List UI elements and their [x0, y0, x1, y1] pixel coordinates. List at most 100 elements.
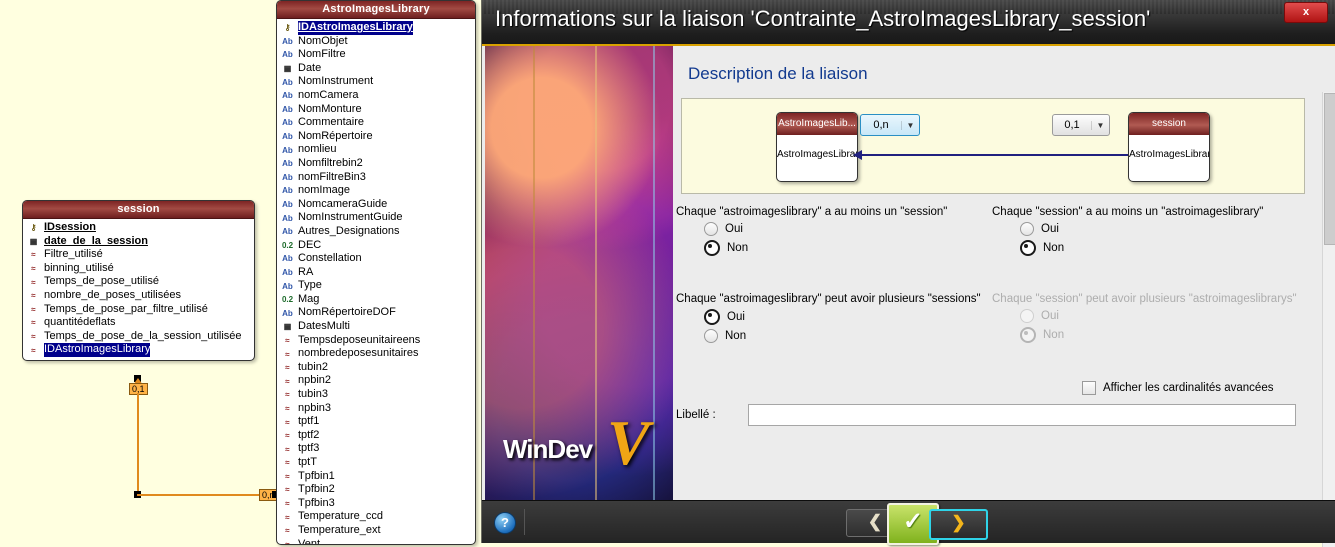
radio-button-icon[interactable] [704, 240, 720, 256]
libelle-row: Libellé : [676, 404, 1296, 426]
numeric-icon: ≈ [285, 417, 290, 427]
entity-field-row[interactable]: ≈ npbin2 [277, 374, 475, 388]
entity-field-row[interactable]: ≈ tptf2 [277, 429, 475, 443]
checkbox-box-icon[interactable] [1082, 381, 1096, 395]
windev-wordmark: WinDev [503, 434, 593, 464]
relation-line-vertical[interactable] [137, 393, 139, 494]
radio-button-icon[interactable] [1020, 240, 1036, 256]
radio-option-non[interactable]: Non [1020, 240, 1304, 256]
dialog-titlebar[interactable]: Informations sur la liaison 'Contrainte_… [482, 0, 1335, 46]
entity-field-row[interactable]: ≈ binning_utilisé [23, 262, 254, 276]
entity-field-name: nomlieu [298, 143, 337, 156]
radio-option-non[interactable]: Non [704, 240, 988, 256]
dialog-vertical-scrollbar[interactable] [1322, 92, 1335, 547]
radio-button-icon[interactable] [704, 329, 718, 343]
entity-field-name: Tempsdeposeunitaireens [298, 333, 421, 346]
entity-field-row[interactable]: Ab nomFiltreBin3 [277, 171, 475, 185]
radio-option-label: Oui [727, 311, 745, 323]
entity-field-name: Temps_de_pose_utilisé [44, 275, 159, 288]
libelle-input[interactable] [748, 404, 1296, 426]
close-button[interactable]: x [1284, 2, 1328, 23]
question-group-4: Chaque "session" peut avoir plusieurs "a… [992, 293, 1304, 343]
entity-field-row[interactable]: ≈ Temperature_ccd [277, 510, 475, 524]
entity-field-row[interactable]: ≈ nombre_de_poses_utilisées [23, 289, 254, 303]
entity-field-row[interactable]: ≈ tptT [277, 456, 475, 470]
entity-field-row[interactable]: 0.2 DEC [277, 239, 475, 253]
text-icon: Ab [282, 91, 293, 101]
entity-field-row[interactable]: Ab RA [277, 266, 475, 280]
entity-field-row[interactable]: ≈ Tempsdeposeunitaireens [277, 334, 475, 348]
relation-line-horizontal[interactable] [137, 494, 275, 496]
entity-field-row[interactable]: ≈ tubin2 [277, 361, 475, 375]
entity-field-row[interactable]: Ab Autres_Designations [277, 225, 475, 239]
entity-field-row[interactable]: Ab NomFiltre [277, 48, 475, 62]
entity-field-row[interactable]: ≈ Filtre_utilisé [23, 248, 254, 262]
radio-button-icon[interactable] [704, 222, 718, 236]
entity-field-row[interactable]: ≈ Tpfbin1 [277, 470, 475, 484]
schema-right-table[interactable]: session AstroImagesLibrary [1128, 112, 1210, 182]
schema-arrow-left-icon [853, 150, 862, 160]
entity-field-row[interactable]: ≈ quantitédeflats [23, 316, 254, 330]
advanced-cardinalities-checkbox[interactable]: Afficher les cardinalités avancées [1082, 381, 1273, 395]
key-icon: ⚷ [30, 223, 37, 233]
scrollbar-thumb[interactable] [1324, 93, 1335, 245]
numeric-icon: ≈ [285, 349, 290, 359]
entity-field-row[interactable]: Ab nomImage [277, 184, 475, 198]
entity-field-row[interactable]: Ab nomCamera [277, 89, 475, 103]
entity-field-row[interactable]: ≈ Tpfbin2 [277, 483, 475, 497]
entity-field-row[interactable]: Ab NomRépertoire [277, 130, 475, 144]
entity-session[interactable]: session ⚷ IDsession ▦ date_de_la_session ≈ Fi… [22, 200, 255, 361]
entity-astroimageslibrary[interactable]: AstroImagesLibrary ⚷ IDAstroImagesLibrary… [276, 0, 476, 545]
radio-option-non[interactable]: Non [704, 329, 988, 343]
text-icon: Ab [282, 308, 293, 318]
entity-field-row[interactable]: ≈ Tpfbin3 [277, 497, 475, 511]
right-cardinality-select[interactable]: 0,1 ▼ [1052, 114, 1110, 136]
entity-field-row[interactable]: Ab nomlieu [277, 143, 475, 157]
entity-field-row[interactable]: Ab NomInstrumentGuide [277, 211, 475, 225]
entity-field-row[interactable]: Ab NomRépertoireDOF [277, 306, 475, 320]
entity-field-row[interactable]: ≈ npbin3 [277, 402, 475, 416]
entity-field-row[interactable]: Ab NomcameraGuide [277, 198, 475, 212]
entity-field-row[interactable]: 0.2 Mag [277, 293, 475, 307]
entity-field-row[interactable]: Ab NomMonture [277, 103, 475, 117]
entity-field-row[interactable]: ⚷ IDAstroImagesLibrary [277, 21, 475, 35]
radio-button-icon[interactable] [1020, 222, 1034, 236]
text-icon: Ab [282, 50, 293, 60]
entity-field-row[interactable]: ≈ Temps_de_pose_par_filtre_utilisé [23, 303, 254, 317]
text-icon: Ab [282, 77, 293, 87]
entity-field-row[interactable]: ≈ Temps_de_pose_utilisé [23, 275, 254, 289]
entity-field-row[interactable]: ≈ Temperature_ext [277, 524, 475, 538]
entity-field-row[interactable]: ≈ tptf1 [277, 415, 475, 429]
entity-field-row[interactable]: Ab Nomfiltrebin2 [277, 157, 475, 171]
entity-field-row[interactable]: ▦ Date [277, 62, 475, 76]
radio-button-icon[interactable] [704, 309, 720, 325]
left-cardinality-select[interactable]: 0,n ▼ [860, 114, 920, 136]
radio-option-oui[interactable]: Oui [1020, 222, 1304, 236]
entity-field-row[interactable]: Ab Type [277, 279, 475, 293]
entity-field-row[interactable]: ▦ date_de_la_session [23, 235, 254, 249]
radio-option-oui[interactable]: Oui [704, 309, 988, 325]
entity-field-row[interactable]: ⚷ IDsession [23, 221, 254, 235]
next-button[interactable]: ❯ [929, 509, 988, 540]
entity-field-row[interactable]: Ab Commentaire [277, 116, 475, 130]
entity-field-name: tptf2 [298, 428, 320, 441]
entity-field-row[interactable]: ≈ tptf3 [277, 442, 475, 456]
radio-button-icon [1020, 327, 1036, 343]
entity-field-row[interactable]: Ab NomObjet [277, 35, 475, 49]
entity-field-name: nomImage [298, 184, 350, 197]
schema-right-table-title: session [1129, 113, 1209, 135]
entity-field-row[interactable]: Ab Constellation [277, 252, 475, 266]
entity-field-row[interactable]: ≈ Temps_de_pose_de_la_session_utilisée [23, 330, 254, 344]
entity-astroimageslibrary-fields: ⚷ IDAstroImagesLibrary Ab NomObjet Ab NomFilt… [277, 19, 475, 544]
entity-field-row[interactable]: Ab NomInstrument [277, 75, 475, 89]
radio-option-oui[interactable]: Oui [704, 222, 988, 236]
entity-field-row[interactable]: ≈ IDAstroImagesLibrary [23, 343, 254, 357]
entity-field-row[interactable]: ≈ nombredeposesunitaires [277, 347, 475, 361]
entity-field-name: nombredeposesunitaires [298, 347, 419, 360]
schema-left-table[interactable]: AstroImagesLib... AstroImagesLibrary [776, 112, 858, 182]
entity-field-row[interactable]: ▦ DatesMulti [277, 320, 475, 334]
entity-field-name: nomCamera [298, 88, 359, 101]
entity-field-row[interactable]: ≈ tubin3 [277, 388, 475, 402]
entity-field-row[interactable]: ≈ Vent [277, 538, 475, 544]
help-icon[interactable]: ? [494, 512, 516, 534]
